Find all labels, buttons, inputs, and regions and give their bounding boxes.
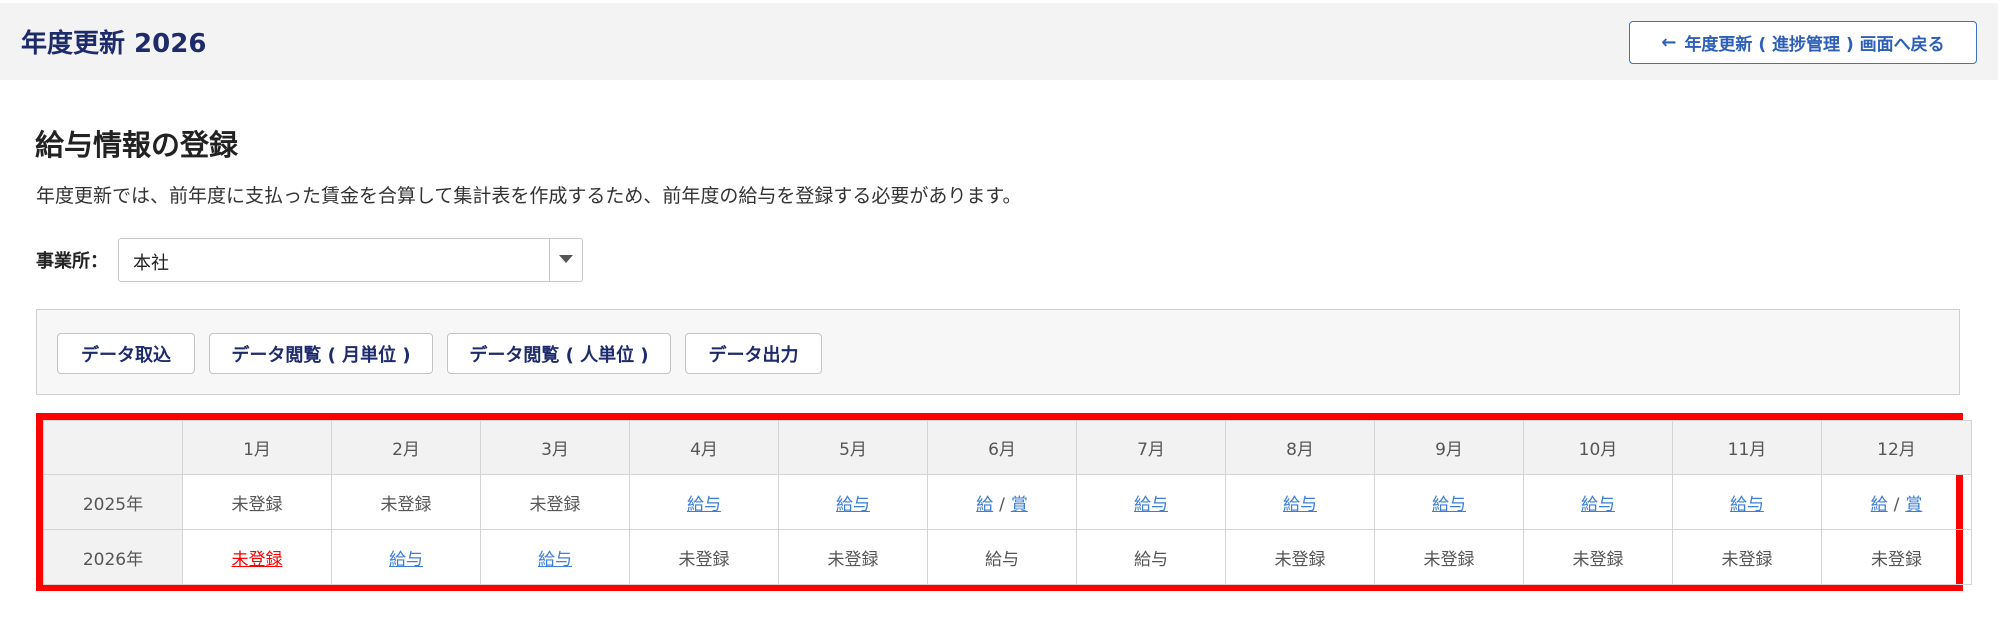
month-cell: 未登録 <box>1523 529 1673 585</box>
status-text: 未登録 <box>529 494 581 515</box>
salary-link[interactable]: 給与 <box>1730 495 1764 515</box>
month-cell: 未登録 <box>182 474 332 530</box>
salary-link[interactable]: 給与 <box>538 550 572 570</box>
salary-link[interactable]: 給与 <box>836 495 870 515</box>
month-header: 4月 <box>629 420 779 475</box>
month-cell: 給与 <box>1076 474 1226 530</box>
status-text: 未登録 <box>1423 549 1475 570</box>
month-cell: 未登録 <box>480 474 630 530</box>
status-text: 給与 <box>985 549 1019 570</box>
month-cell: 給与 <box>927 529 1077 585</box>
month-cell: 給与 <box>629 474 779 530</box>
month-header: 7月 <box>1076 420 1226 475</box>
month-cell: 給与 <box>1672 474 1822 530</box>
status-text: 給与 <box>1134 549 1168 570</box>
month-cell: 未登録 <box>778 529 928 585</box>
salary-registration-table: 1月 2月 3月 4月 5月 6月 7月 8月 9月 10月 11月 12月 2025年 未登録 未登録未… <box>43 420 1972 585</box>
month-header: 11月 <box>1672 420 1822 475</box>
year-row: 2025年 未登録 未登録 未登録 給与 給与給 / 賞給与 給与 給与 給与 給与給 / 賞 <box>43 474 1972 530</box>
select-divider <box>549 239 550 281</box>
salary-link[interactable]: 給与 <box>1134 495 1168 515</box>
status-text: 未登録 <box>1721 549 1773 570</box>
month-cell: 給与 <box>480 529 630 585</box>
status-text: 未登録 <box>678 549 730 570</box>
unregistered-link[interactable]: 未登録 <box>232 550 283 570</box>
salary-link[interactable]: 給与 <box>1432 495 1466 515</box>
salary-link[interactable]: 給 <box>1871 495 1888 515</box>
month-cell: 給与 <box>1225 474 1375 530</box>
month-cell: 給与 <box>1523 474 1673 530</box>
month-header: 10月 <box>1523 420 1673 475</box>
month-header: 1月 <box>182 420 332 475</box>
office-select-value: 本社 <box>133 253 169 274</box>
year-row: 2026年 未登録 給与 給与 未登録 未登録 給与 給与 未登録 未登録 未登録 未登録 未登録 <box>43 529 1972 585</box>
month-header: 2月 <box>331 420 481 475</box>
page-title: 給与情報の登録 <box>35 128 239 162</box>
back-to-progress-button[interactable]: ← 年度更新 ( 進捗管理 ) 画面へ戻る <box>1629 21 1977 64</box>
chevron-down-icon[interactable] <box>559 255 573 263</box>
month-cell: 未登録 <box>331 474 481 530</box>
top-header-bar: 年度更新 2026 ← 年度更新 ( 進捗管理 ) 画面へ戻る <box>0 3 1998 80</box>
month-cell: 給 / 賞 <box>1821 474 1972 530</box>
status-text: 未登録 <box>827 549 879 570</box>
year-label: 2025年 <box>43 474 183 530</box>
bonus-link[interactable]: 賞 <box>1011 495 1028 515</box>
data-import-button[interactable]: データ取込 <box>57 333 195 374</box>
office-label: 事業所： <box>36 251 108 272</box>
status-text: 未登録 <box>1871 549 1922 570</box>
month-header: 9月 <box>1374 420 1524 475</box>
arrow-left-icon: ← <box>1661 32 1677 53</box>
status-text: 未登録 <box>231 494 283 515</box>
app-title: 年度更新 2026 <box>21 29 207 59</box>
salary-grid-highlight: 1月 2月 3月 4月 5月 6月 7月 8月 9月 10月 11月 12月 2025年 未登録 未登録未… <box>36 413 1972 591</box>
salary-link[interactable]: 給与 <box>1581 495 1615 515</box>
month-cell: 給与 <box>1374 474 1524 530</box>
salary-link[interactable]: 給与 <box>1283 495 1317 515</box>
bonus-link[interactable]: 賞 <box>1905 495 1922 515</box>
salary-link[interactable]: 給 <box>976 495 993 515</box>
status-text: 未登録 <box>1572 549 1624 570</box>
month-cell: 未登録 <box>1225 529 1375 585</box>
back-button-label: 年度更新 ( 進捗管理 ) 画面へ戻る <box>1684 35 1945 55</box>
data-view-person-button[interactable]: データ閲覧 ( 人単位 ) <box>447 333 671 374</box>
office-select[interactable]: 本社 <box>118 238 583 282</box>
month-cell: 給与 <box>331 529 481 585</box>
salary-link[interactable]: 給与 <box>687 495 721 515</box>
separator: / <box>999 494 1005 515</box>
year-label: 2026年 <box>43 529 183 585</box>
separator: / <box>1893 494 1900 515</box>
month-header: 8月 <box>1225 420 1375 475</box>
month-cell: 未登録 <box>1672 529 1822 585</box>
month-header: 6月 <box>927 420 1077 475</box>
month-cell: 未登録 <box>182 529 332 585</box>
month-cell: 未登録 <box>629 529 779 585</box>
month-cell: 未登録 <box>1374 529 1524 585</box>
page-description: 年度更新では、前年度に支払った賃金を合算して集計表を作成するため、前年度の給与を… <box>36 185 1022 207</box>
month-cell: 給与 <box>778 474 928 530</box>
data-view-monthly-button[interactable]: データ閲覧 ( 月単位 ) <box>209 333 433 374</box>
month-header: 5月 <box>778 420 928 475</box>
month-header: 3月 <box>480 420 630 475</box>
salary-link[interactable]: 給与 <box>389 550 423 570</box>
month-header-row: 1月 2月 3月 4月 5月 6月 7月 8月 9月 10月 11月 12月 <box>43 420 1972 475</box>
month-cell: 未登録 <box>1821 529 1972 585</box>
month-cell: 給与 <box>1076 529 1226 585</box>
data-export-button[interactable]: データ出力 <box>685 333 822 374</box>
status-text: 未登録 <box>380 494 432 515</box>
data-toolbar: データ取込 データ閲覧 ( 月単位 ) データ閲覧 ( 人単位 ) データ出力 <box>36 309 1960 395</box>
month-cell: 給 / 賞 <box>927 474 1077 530</box>
status-text: 未登録 <box>1274 549 1326 570</box>
corner-cell <box>43 420 183 475</box>
month-header: 12月 <box>1821 420 1972 475</box>
